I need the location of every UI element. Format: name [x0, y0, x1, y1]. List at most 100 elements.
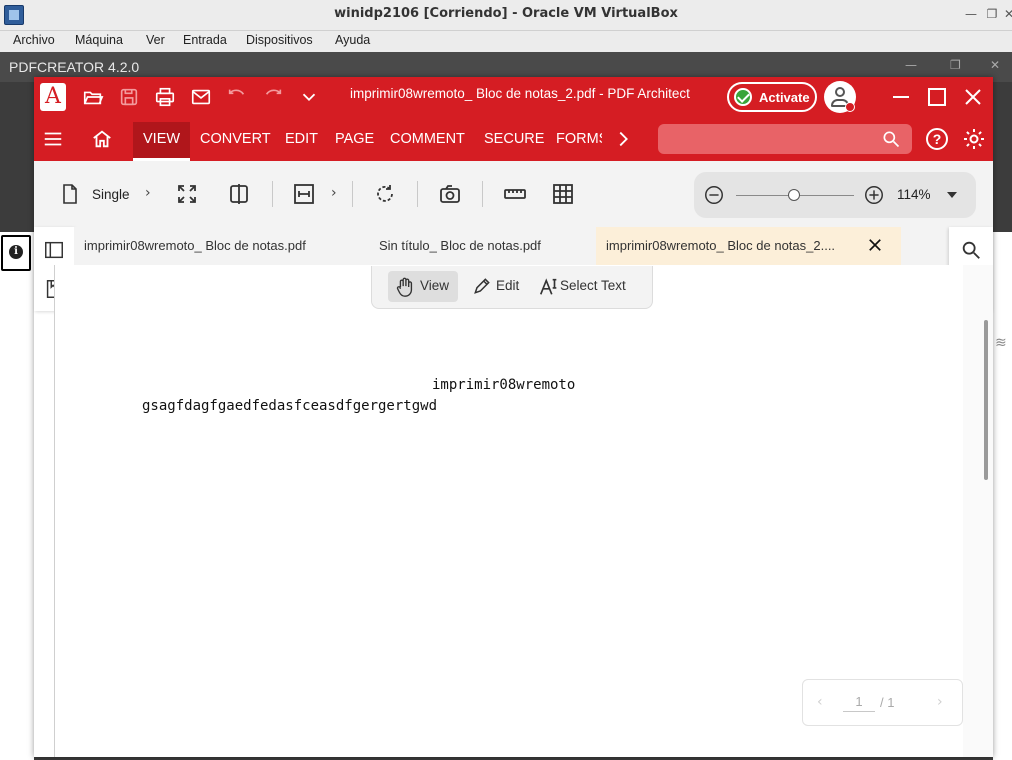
- find-search-icon[interactable]: [960, 239, 982, 261]
- maximize-button[interactable]: [925, 85, 949, 109]
- mode-edit-label: Edit: [496, 278, 520, 293]
- search-box[interactable]: [658, 124, 912, 154]
- rotate-icon[interactable]: [373, 182, 397, 206]
- document-tab-label: imprimir08wremoto_ Bloc de notas_2....: [606, 238, 836, 253]
- grid-icon[interactable]: [551, 182, 575, 206]
- pdfcreator-minimize-icon[interactable]: —: [905, 58, 917, 72]
- document-title: imprimir08wremoto_ Bloc de notas_2.pdf -…: [350, 86, 690, 101]
- page-mode-single[interactable]: Single: [92, 187, 130, 202]
- open-folder-icon[interactable]: [82, 86, 104, 108]
- view-toolbar: Single › › 114%: [34, 161, 993, 227]
- vertical-scrollbar[interactable]: [984, 320, 988, 480]
- zoom-control: 114%: [694, 172, 976, 218]
- pdf-architect-window: A imprimir08wremoto_ Bloc de notas_2.pdf…: [34, 77, 993, 757]
- mode-switcher: View Edit Select Text: [371, 266, 653, 309]
- document-tab[interactable]: imprimir08wremoto_ Bloc de notas.pdf: [74, 227, 316, 265]
- menu-dispositivos[interactable]: Dispositivos: [246, 33, 313, 47]
- select-text-icon: [539, 278, 557, 295]
- zoom-in-icon[interactable]: [863, 184, 885, 206]
- pencil-icon: [474, 278, 490, 294]
- background-dark-band-right: [993, 82, 1012, 232]
- activate-label: Activate: [759, 90, 810, 105]
- check-circle-icon: [734, 88, 752, 106]
- pdf-text-line: imprimir08wremoto: [432, 377, 576, 393]
- redo-icon[interactable]: [262, 86, 284, 108]
- vm-minimize-button[interactable]: —: [964, 7, 978, 21]
- thumbnails-panel-icon[interactable]: [43, 239, 65, 261]
- activate-button[interactable]: Activate: [727, 82, 817, 112]
- info-button[interactable]: i: [1, 235, 31, 271]
- compare-pages-icon[interactable]: [227, 182, 251, 206]
- menu-entrada[interactable]: Entrada: [183, 33, 227, 47]
- vm-menubar: Archivo Máquina Ver Entrada Dispositivos…: [0, 31, 1012, 52]
- close-button[interactable]: [961, 85, 985, 109]
- toolbar-separator: [352, 181, 353, 207]
- ruler-icon[interactable]: [503, 182, 527, 206]
- page-icon[interactable]: [58, 182, 82, 206]
- ribbon-scroll-right-icon[interactable]: [612, 128, 634, 150]
- tab-convert[interactable]: CONVERT: [200, 131, 271, 147]
- save-icon[interactable]: [118, 86, 140, 108]
- fullscreen-icon[interactable]: [175, 182, 199, 206]
- zoom-slider-handle[interactable]: [787, 189, 800, 201]
- previous-page-icon[interactable]: ‹: [817, 694, 823, 710]
- mode-edit-button[interactable]: Edit: [466, 271, 530, 302]
- print-icon[interactable]: [154, 86, 176, 108]
- settings-gear-icon[interactable]: [962, 127, 986, 151]
- vm-restore-button[interactable]: ❐: [985, 7, 999, 21]
- menu-maquina[interactable]: Máquina: [75, 33, 123, 47]
- help-icon[interactable]: ?: [926, 128, 948, 150]
- notification-dot-icon: [845, 102, 855, 112]
- current-page-input[interactable]: 1: [843, 694, 875, 712]
- undo-icon[interactable]: [226, 86, 248, 108]
- viewport-scroll-area: [963, 265, 993, 757]
- mode-select-text-button[interactable]: Select Text: [532, 271, 650, 302]
- zoom-out-icon[interactable]: [703, 184, 725, 206]
- tab-page[interactable]: PAGE: [335, 131, 374, 147]
- pdfcreator-restore-icon[interactable]: ❐: [950, 58, 961, 72]
- menu-ver[interactable]: Ver: [146, 33, 165, 47]
- document-tab[interactable]: Sin título_ Bloc de notas.pdf: [369, 227, 551, 265]
- tab-view[interactable]: VIEW: [133, 122, 191, 161]
- snapshot-camera-icon[interactable]: [438, 182, 462, 206]
- hamburger-menu-icon[interactable]: [42, 128, 64, 150]
- menu-ayuda[interactable]: Ayuda: [335, 33, 370, 47]
- pdfcreator-close-icon[interactable]: ✕: [990, 58, 1000, 72]
- menu-archivo[interactable]: Archivo: [13, 33, 55, 47]
- pdf-text-line: gsagfdagfgaedfedasfceasdfgergertgwd: [142, 398, 438, 414]
- tab-secure[interactable]: SECURE: [484, 131, 544, 147]
- tab-edit[interactable]: EDIT: [285, 131, 318, 147]
- document-tab-active[interactable]: imprimir08wremoto_ Bloc de notas_2....: [596, 227, 901, 265]
- home-icon[interactable]: [91, 128, 113, 150]
- vm-close-button[interactable]: ✕: [1002, 7, 1012, 21]
- user-avatar[interactable]: [824, 81, 856, 113]
- info-icon: i: [9, 245, 23, 259]
- mode-select-text-label: Select Text: [560, 278, 626, 293]
- zoom-value[interactable]: 114%: [897, 187, 931, 202]
- page-mode-chevron-icon[interactable]: ›: [145, 185, 151, 201]
- toolbar-separator: [272, 181, 273, 207]
- zoom-dropdown-icon[interactable]: [946, 190, 958, 200]
- page-navigator: ‹ 1 / 1 ›: [802, 679, 963, 726]
- tab-forms[interactable]: FORMS: [556, 131, 602, 147]
- rss-icon: ≋: [995, 335, 1007, 351]
- background-dark-band: [0, 82, 34, 232]
- app-titlebar: A imprimir08wremoto_ Bloc de notas_2.pdf…: [34, 77, 993, 117]
- document-tabs: imprimir08wremoto_ Bloc de notas.pdf Sin…: [74, 227, 949, 265]
- minimize-button[interactable]: [889, 85, 913, 109]
- pdfcreator-title: PDFCREATOR 4.2.0: [9, 59, 140, 75]
- tab-comment[interactable]: COMMENT: [390, 131, 465, 147]
- toolbar-separator: [417, 181, 418, 207]
- mode-view-button[interactable]: View: [388, 271, 458, 302]
- pdf-architect-logo-icon[interactable]: A: [40, 83, 66, 111]
- vm-window-title: winidp2106 [Corriendo] - Oracle VM Virtu…: [334, 6, 678, 21]
- quick-access-dropdown-icon[interactable]: [298, 86, 320, 108]
- ribbon-bar: VIEW CONVERT EDIT PAGE COMMENT SECURE FO…: [34, 117, 993, 161]
- close-tab-icon[interactable]: [866, 236, 884, 254]
- next-page-icon[interactable]: ›: [937, 694, 943, 710]
- email-icon[interactable]: [190, 86, 212, 108]
- search-icon: [883, 131, 900, 148]
- fit-chevron-icon[interactable]: ›: [331, 185, 337, 201]
- total-pages: / 1: [880, 695, 895, 710]
- fit-width-icon[interactable]: [292, 182, 316, 206]
